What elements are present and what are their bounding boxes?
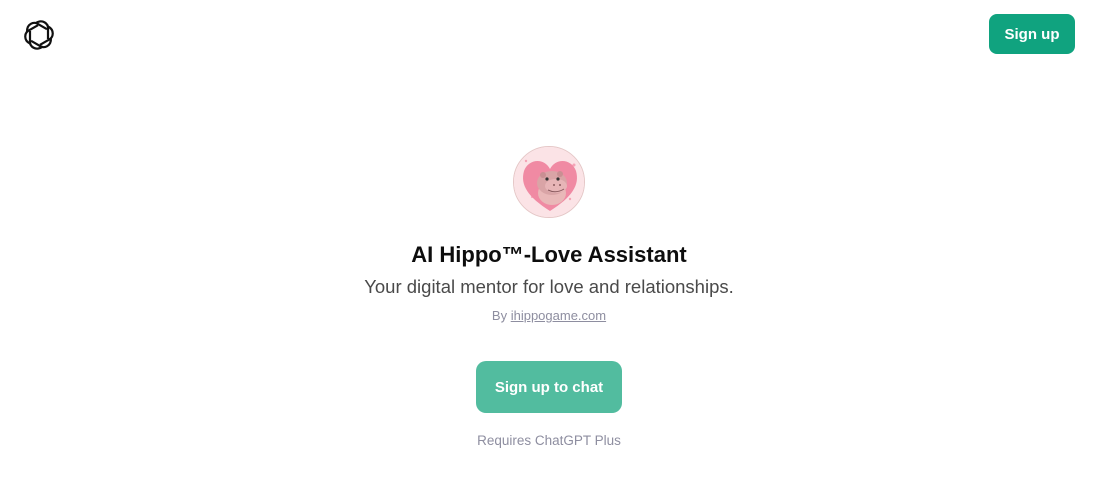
gpt-title: AI Hippo™-Love Assistant (411, 242, 687, 267)
page: Sign up AI Hippo™-Love Assistant Your di… (0, 0, 1098, 492)
author-byline: By ihippogame.com (492, 307, 606, 325)
hippo-avatar-icon (513, 146, 585, 218)
openai-logo-icon[interactable] (22, 18, 56, 52)
signup-to-chat-button[interactable]: Sign up to chat (476, 361, 622, 413)
author-link[interactable]: ihippogame.com (511, 308, 606, 323)
gpt-profile: AI Hippo™-Love Assistant Your digital me… (0, 146, 1098, 450)
requirement-note: Requires ChatGPT Plus (477, 433, 621, 448)
by-prefix: By (491, 308, 508, 323)
signup-button[interactable]: Sign up (989, 14, 1075, 54)
gpt-description: Your digital mentor for love and relatio… (364, 276, 734, 297)
